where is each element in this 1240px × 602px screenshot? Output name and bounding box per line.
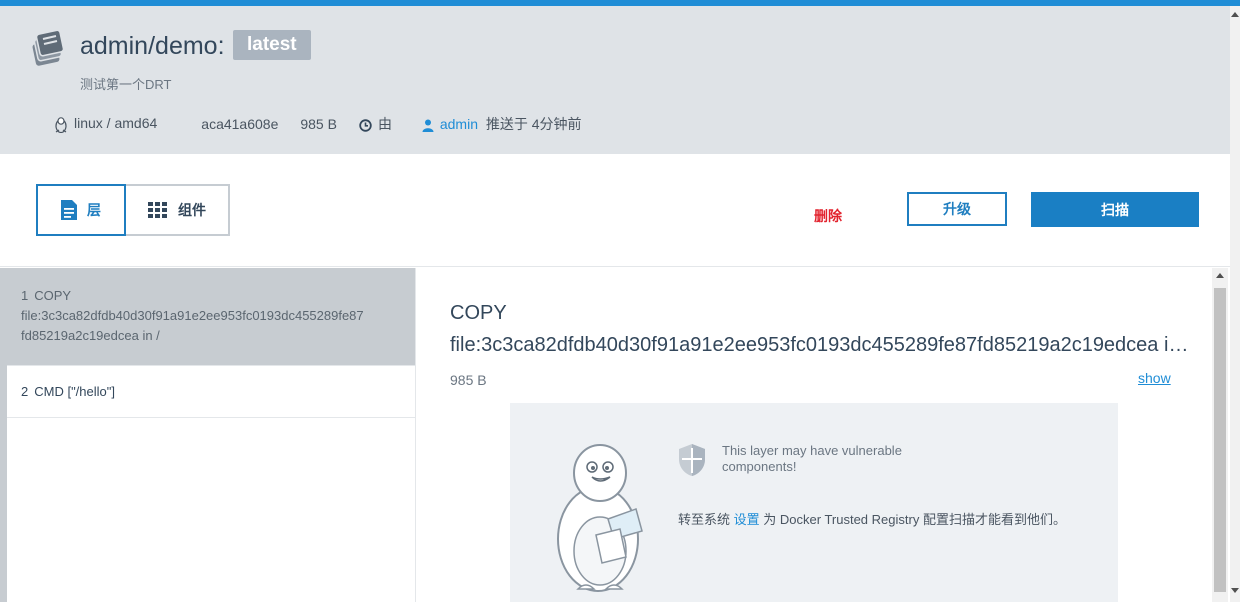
settings-link[interactable]: 设置 [734, 512, 760, 527]
page-scroll-down-arrow[interactable] [1231, 588, 1239, 593]
image-id: aca41a608e [201, 116, 279, 132]
page-scrollbar[interactable] [1230, 6, 1240, 602]
detail-scroll-thumb[interactable] [1214, 288, 1226, 592]
grid-icon [148, 202, 167, 218]
layer-detail-title: COPY [450, 302, 507, 324]
layer-2-command: CMD ["/hello"] [34, 384, 115, 399]
tag-badge: latest [233, 30, 311, 60]
delete-button[interactable]: 删除 [814, 206, 842, 226]
repo-name: admin/demo [80, 32, 218, 60]
document-icon [61, 200, 77, 220]
repository-stack-icon [32, 29, 64, 66]
layer-list-edge [0, 268, 7, 602]
note-suffix: 为 Docker Trusted Registry 配置扫描才能看到他们。 [763, 512, 1066, 527]
layer-list: 1 COPY file:3c3ca82dfdb40d30f91a91e2ee953… [7, 268, 416, 602]
layer-detail-size: 985 B [450, 372, 487, 388]
repo-separator: : [217, 32, 225, 60]
clock-icon [359, 119, 372, 132]
tab-layers-label: 层 [87, 202, 101, 218]
platform-info: linux / amd64 [54, 115, 179, 133]
detail-scrollbar[interactable] [1212, 268, 1228, 602]
upgrade-button[interactable]: 升级 [907, 192, 1007, 226]
repo-title: admin/demo: [80, 32, 225, 61]
layer-1-line1: file:3c3ca82dfdb40d30f91a91e2ee953fc0193… [21, 308, 364, 323]
image-meta: linux / amd64 aca41a608e 985 B 由 admin 推… [54, 114, 604, 134]
repo-description: 测试第一个DRT [80, 77, 172, 92]
layer-1-line2: fd85219a2c19edcea in / [21, 328, 160, 343]
tab-components[interactable]: 组件 [126, 184, 230, 236]
layer-item-2[interactable]: 2 CMD ["/hello"] [7, 366, 415, 418]
pushed-by-user-link[interactable]: admin [440, 116, 478, 132]
platform-label: linux / amd64 [74, 115, 158, 132]
scan-button[interactable]: 扫描 [1031, 192, 1199, 227]
pushed-time: 推送于 4分钟前 [485, 116, 582, 132]
tab-layers[interactable]: 层 [36, 184, 126, 236]
note-prefix: 转至系统 [678, 512, 731, 527]
vulnerability-message: This layer may have vulnerable component… [722, 443, 902, 474]
vulnerability-panel: This layer may have vulnerable component… [510, 403, 1118, 602]
layer-detail: COPY file:3c3ca82dfdb40d30f91a91e2ee953f… [416, 268, 1212, 602]
image-size: 985 B [300, 116, 337, 132]
push-info: 由 admin 推送于 4分钟前 [359, 114, 604, 134]
layer-1-header: 1 COPY [21, 286, 403, 306]
pushed-by-prefix: 由 [377, 116, 392, 132]
penguin-illustration [557, 444, 643, 592]
layer-1-command: COPY [34, 288, 72, 303]
view-toggle: 层 组件 [36, 184, 230, 236]
page-scroll-up-arrow[interactable] [1231, 12, 1239, 17]
scan-settings-note: 转至系统 设置 为 Docker Trusted Registry 配置扫描才能… [678, 509, 1066, 528]
tab-components-label: 组件 [178, 202, 206, 218]
user-icon [422, 119, 434, 132]
image-toolbar: 层 组件 删除 升级 扫描 [0, 154, 1230, 267]
layer-detail-file: file:3c3ca82dfdb40d30f91a91e2ee953fc0193… [450, 334, 1190, 356]
layer-2-number: 2 [21, 384, 29, 399]
scroll-up-arrow[interactable] [1216, 273, 1224, 278]
linux-penguin-icon [55, 116, 67, 133]
shield-icon [679, 444, 705, 476]
show-link[interactable]: show [1138, 370, 1171, 386]
layer-1-number: 1 [21, 288, 29, 303]
repo-header: admin/demo: latest 测试第一个DRT linux / amd6… [0, 6, 1230, 154]
layer-item-1[interactable]: 1 COPY file:3c3ca82dfdb40d30f91a91e2ee953… [7, 268, 415, 366]
